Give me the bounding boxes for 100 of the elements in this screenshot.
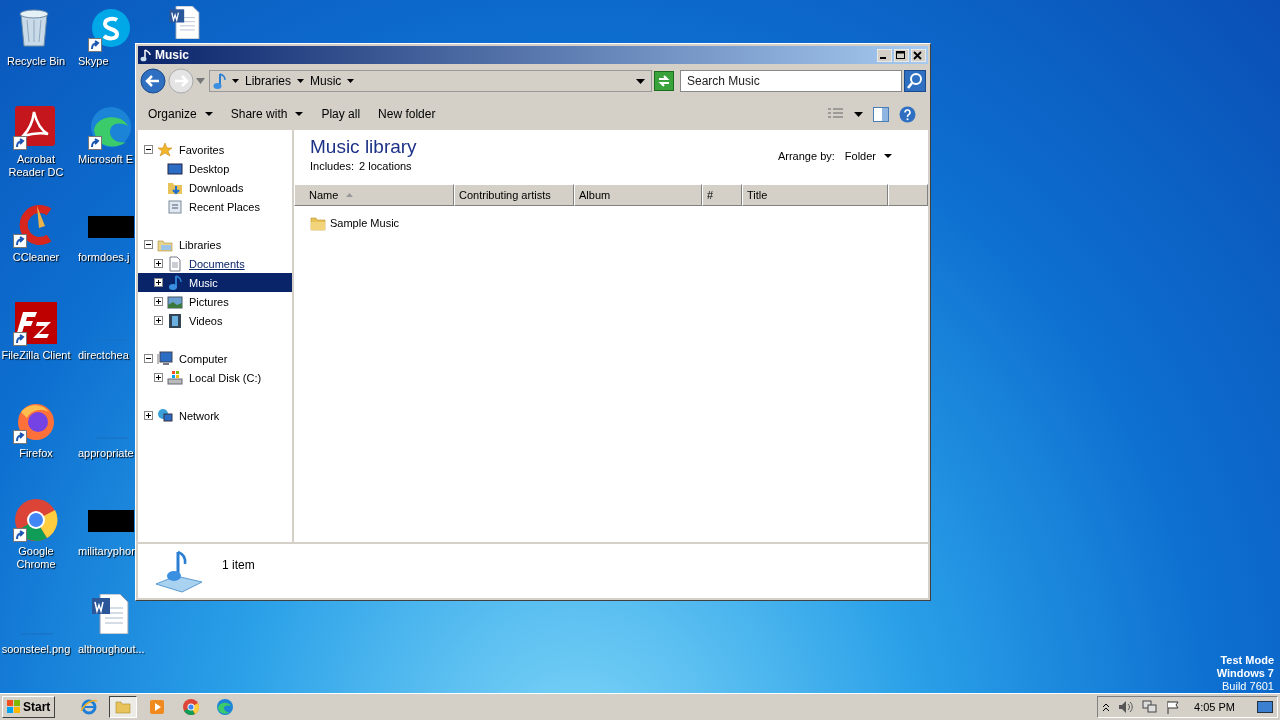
- icon-label[interactable]: Acrobat Reader DC: [1, 153, 71, 179]
- toolbar-button[interactable]: New folder: [374, 104, 440, 124]
- icon-label[interactable]: soonsteel.png: [1, 643, 71, 656]
- help-icon[interactable]: [899, 105, 916, 123]
- music-library-icon: [154, 548, 204, 594]
- icon-label[interactable]: militaryphon: [78, 545, 138, 558]
- preview-pane-icon[interactable]: [873, 106, 889, 122]
- toolbar-button[interactable]: Play all: [317, 104, 365, 124]
- toolbar-button[interactable]: Organize: [144, 104, 217, 124]
- maximize-button[interactable]: [894, 48, 909, 62]
- recent-pages-caret-icon[interactable]: [196, 78, 205, 84]
- minimize-button[interactable]: [877, 48, 892, 62]
- window-title: Music: [155, 48, 190, 62]
- column-header[interactable]: [888, 184, 928, 206]
- network-icon: [157, 407, 173, 424]
- icon-label[interactable]: Firefox: [19, 447, 53, 460]
- refresh-button[interactable]: [654, 71, 674, 91]
- icon-label[interactable]: formdoes.j: [78, 251, 130, 264]
- icon-label[interactable]: directchea: [78, 349, 129, 362]
- icon-label[interactable]: appropriate: [78, 447, 134, 460]
- nav-item[interactable]: Music: [187, 275, 220, 290]
- caret-icon[interactable]: [854, 111, 863, 117]
- expand-toggle[interactable]: [154, 316, 163, 325]
- expand-toggle[interactable]: [144, 411, 153, 420]
- desktop-icon: [167, 160, 183, 177]
- nav-item[interactable]: Pictures: [187, 294, 231, 309]
- nav-item[interactable]: Computer: [177, 351, 230, 366]
- nav-item[interactable]: Network: [177, 408, 222, 423]
- locations-link[interactable]: 2 locations: [359, 160, 412, 172]
- nav-item[interactable]: Libraries: [177, 237, 224, 252]
- column-header[interactable]: Album: [574, 184, 702, 206]
- recent-places-icon: [167, 198, 183, 215]
- nav-item[interactable]: Recent Places: [187, 199, 262, 214]
- watermark-text: Build 7601: [1222, 680, 1274, 693]
- breadcrumb-caret-icon[interactable]: [232, 79, 239, 83]
- nav-item[interactable]: Local Disk (C:): [187, 370, 264, 385]
- icon-label[interactable]: FileZilla Client: [1, 349, 71, 362]
- start-button[interactable]: Start: [2, 696, 56, 718]
- star-icon: [157, 141, 173, 158]
- internet-explorer-icon: [80, 698, 99, 716]
- expand-toggle[interactable]: [154, 278, 163, 287]
- history-caret-icon[interactable]: [636, 78, 645, 84]
- edge-icon[interactable]: [88, 104, 134, 150]
- icon-label[interactable]: Microsoft E: [78, 153, 133, 166]
- clock[interactable]: 4:05 PM: [1194, 701, 1235, 713]
- breadcrumb-caret-icon[interactable]: [347, 79, 355, 83]
- address-bar[interactable]: Libraries Music: [209, 70, 652, 92]
- icon-label[interactable]: althoughout...: [78, 643, 145, 656]
- speaker-icon[interactable]: [1118, 700, 1135, 714]
- close-button[interactable]: [911, 48, 926, 62]
- collapse-toggle[interactable]: [144, 145, 153, 154]
- toolbar-button[interactable]: Share with: [226, 104, 308, 124]
- search-icon[interactable]: [904, 70, 926, 92]
- library-title: Music library: [310, 136, 417, 158]
- nav-item[interactable]: Desktop: [187, 161, 232, 176]
- includes-label: Includes:: [310, 160, 355, 172]
- folder-icon: [114, 698, 133, 716]
- column-header[interactable]: Name: [294, 184, 454, 206]
- caret-icon: [884, 154, 892, 158]
- folder-icon: [310, 215, 326, 231]
- chrome-icon[interactable]: [13, 496, 59, 542]
- flag-icon[interactable]: [1166, 700, 1181, 714]
- network-icon[interactable]: [1142, 700, 1159, 714]
- document-icon: [167, 255, 183, 272]
- watermark-text: Test Mode: [1220, 654, 1274, 667]
- breadcrumb[interactable]: Music: [310, 74, 342, 88]
- breadcrumb-caret-icon[interactable]: [297, 79, 305, 83]
- back-button[interactable]: [140, 68, 166, 94]
- nav-item[interactable]: Downloads: [187, 180, 246, 195]
- nav-item[interactable]: Documents: [187, 256, 247, 271]
- expand-toggle[interactable]: [154, 373, 163, 382]
- column-header[interactable]: Title: [742, 184, 888, 206]
- arrange-dropdown[interactable]: Folder: [844, 150, 892, 162]
- chrome-icon: [182, 698, 201, 716]
- filezilla-icon[interactable]: [13, 300, 59, 346]
- show-hidden-icons-icon[interactable]: [1102, 702, 1111, 712]
- collapse-toggle[interactable]: [144, 354, 153, 363]
- icon-label[interactable]: Google Chrome: [1, 545, 71, 571]
- show-desktop-icon[interactable]: [1257, 700, 1273, 714]
- file-row[interactable]: Sample Music: [294, 213, 404, 233]
- icon-label[interactable]: Skype: [78, 55, 109, 68]
- computer-icon: [157, 350, 173, 367]
- expand-toggle[interactable]: [154, 297, 163, 306]
- column-header[interactable]: Contributing artists: [454, 184, 574, 206]
- nav-item[interactable]: Videos: [187, 313, 225, 328]
- disk-drive-icon: [167, 369, 183, 386]
- icon-label[interactable]: CCleaner: [12, 251, 60, 264]
- watermark-text: Windows 7: [1216, 667, 1274, 680]
- expand-toggle[interactable]: [154, 259, 163, 268]
- icon-label[interactable]: Recycle Bin: [6, 55, 66, 68]
- collapse-toggle[interactable]: [144, 240, 153, 249]
- picture-icon: [167, 293, 183, 310]
- search-field[interactable]: Search Music: [680, 70, 902, 92]
- music-note-icon: [212, 72, 226, 90]
- taskbar-app-button[interactable]: [109, 696, 138, 718]
- film-icon: [167, 312, 183, 329]
- column-header[interactable]: #: [702, 184, 742, 206]
- nav-item[interactable]: Favorites: [177, 142, 227, 157]
- arrange-label: Arrange by:: [777, 150, 835, 162]
- breadcrumb[interactable]: Libraries: [245, 74, 292, 88]
